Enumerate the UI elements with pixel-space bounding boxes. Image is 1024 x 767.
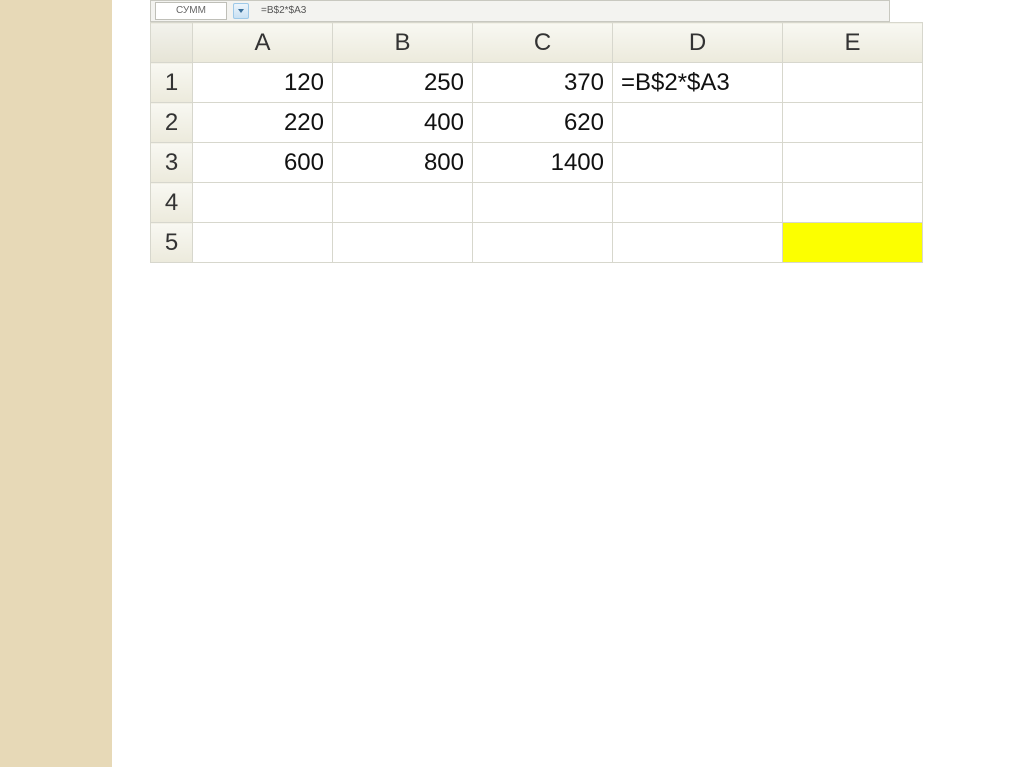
- row-header-4[interactable]: 4: [151, 183, 193, 223]
- cell-A3[interactable]: 600: [193, 143, 333, 183]
- cell-E3[interactable]: [783, 143, 923, 183]
- cell-B2[interactable]: 400: [333, 103, 473, 143]
- row-header-1[interactable]: 1: [151, 63, 193, 103]
- cell-B4[interactable]: [333, 183, 473, 223]
- page: СУММ =B$2*$A3 A B C D E 1: [0, 0, 1024, 767]
- cell-A5[interactable]: [193, 223, 333, 263]
- cell-B3[interactable]: 800: [333, 143, 473, 183]
- decorative-left-strip: [0, 0, 112, 767]
- column-header-row: A B C D E: [151, 23, 923, 63]
- row-header-2[interactable]: 2: [151, 103, 193, 143]
- table-row: 4: [151, 183, 923, 223]
- row-header-3[interactable]: 3: [151, 143, 193, 183]
- col-header-C[interactable]: C: [473, 23, 613, 63]
- cell-D3[interactable]: [613, 143, 783, 183]
- cell-C4[interactable]: [473, 183, 613, 223]
- formula-input[interactable]: =B$2*$A3: [255, 3, 885, 19]
- cell-C3[interactable]: 1400: [473, 143, 613, 183]
- cell-A2[interactable]: 220: [193, 103, 333, 143]
- cell-D4[interactable]: [613, 183, 783, 223]
- col-header-D[interactable]: D: [613, 23, 783, 63]
- spreadsheet: A B C D E 1 120 250 370 =B$2*$A3 2: [150, 22, 923, 263]
- col-header-E[interactable]: E: [783, 23, 923, 63]
- table-row: 1 120 250 370 =B$2*$A3: [151, 63, 923, 103]
- col-header-B[interactable]: B: [333, 23, 473, 63]
- cell-B1[interactable]: 250: [333, 63, 473, 103]
- cell-E1[interactable]: [783, 63, 923, 103]
- cell-E2[interactable]: [783, 103, 923, 143]
- cell-A4[interactable]: [193, 183, 333, 223]
- cell-B5[interactable]: [333, 223, 473, 263]
- col-header-A[interactable]: A: [193, 23, 333, 63]
- cell-E4[interactable]: [783, 183, 923, 223]
- cell-D5[interactable]: [613, 223, 783, 263]
- table-row: 5: [151, 223, 923, 263]
- row-header-5[interactable]: 5: [151, 223, 193, 263]
- name-box[interactable]: СУММ: [155, 2, 227, 20]
- formula-bar: СУММ =B$2*$A3: [150, 0, 890, 22]
- cell-C2[interactable]: 620: [473, 103, 613, 143]
- table-row: 2 220 400 620: [151, 103, 923, 143]
- cell-D1[interactable]: =B$2*$A3: [613, 63, 783, 103]
- name-box-dropdown-icon[interactable]: [233, 3, 249, 19]
- cell-A1[interactable]: 120: [193, 63, 333, 103]
- cell-C1[interactable]: 370: [473, 63, 613, 103]
- cell-C5[interactable]: [473, 223, 613, 263]
- cell-D2[interactable]: [613, 103, 783, 143]
- select-all-corner[interactable]: [151, 23, 193, 63]
- spreadsheet-container: СУММ =B$2*$A3 A B C D E 1: [150, 0, 890, 263]
- table-row: 3 600 800 1400: [151, 143, 923, 183]
- cell-E5[interactable]: [783, 223, 923, 263]
